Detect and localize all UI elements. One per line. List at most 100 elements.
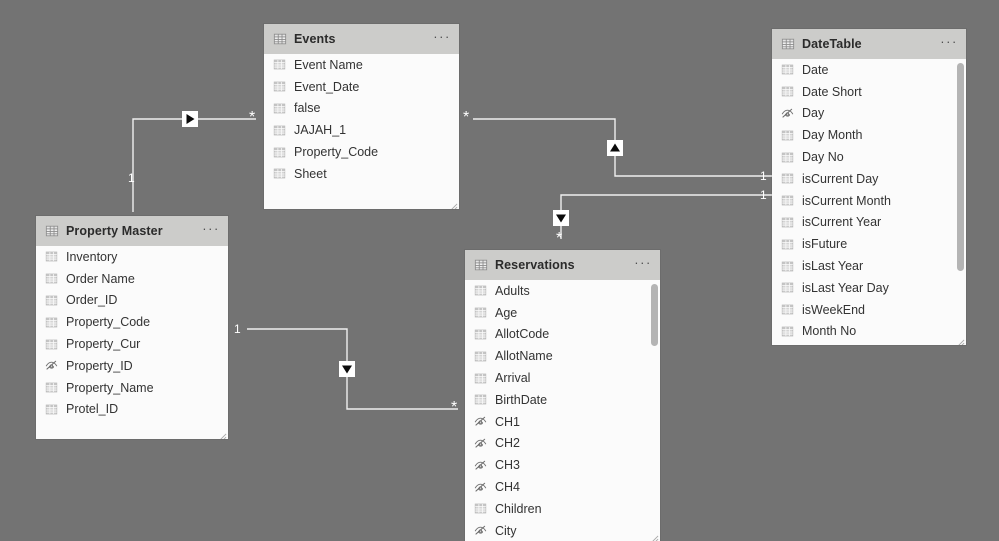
field-label: Order Name — [66, 271, 135, 286]
field-row[interactable]: Order_ID — [36, 290, 228, 312]
model-view-canvas[interactable]: Events ··· Event Name Event_Datefalse JAJAH_… — [0, 0, 999, 541]
field-row[interactable]: JAJAH_1 — [264, 119, 459, 141]
table-resize-handle[interactable] — [956, 335, 965, 344]
field-label: Month No — [802, 324, 857, 339]
field-row[interactable]: Protel_ID — [36, 399, 228, 421]
table-icon — [273, 32, 287, 46]
relationship-datetable-to-reservations[interactable] — [553, 194, 772, 239]
column-icon — [273, 167, 286, 180]
field-label: Event Name — [294, 57, 363, 72]
column-icon — [474, 350, 487, 363]
scrollbar-thumb[interactable] — [957, 63, 964, 271]
table-resize-handle[interactable] — [650, 531, 659, 540]
field-row[interactable]: Age — [465, 302, 660, 324]
column-icon — [781, 325, 794, 338]
column-icon — [781, 85, 794, 98]
field-list-events: Event Name Event_Datefalse JAJAH_1 Property… — [264, 54, 459, 209]
field-row[interactable]: Date Short — [772, 81, 966, 103]
field-row[interactable]: isFuture — [772, 233, 966, 255]
relationship-property-master-to-reservations[interactable] — [247, 328, 458, 410]
scrollbar-thumb[interactable] — [651, 284, 658, 346]
cross-filter-arrow-box[interactable] — [553, 210, 569, 226]
field-label: false — [294, 101, 321, 116]
field-row[interactable]: Month No — [772, 321, 966, 343]
column-icon — [45, 294, 58, 307]
field-row[interactable]: isLast Year Day — [772, 277, 966, 299]
field-row[interactable]: City — [465, 520, 660, 541]
table-header-property-master[interactable]: Property Master ··· — [36, 216, 228, 246]
field-row[interactable]: BirthDate — [465, 389, 660, 411]
field-row[interactable]: isCurrent Day — [772, 168, 966, 190]
table-header-reservations[interactable]: Reservations ··· — [465, 250, 660, 280]
relationship-line[interactable] — [473, 118, 772, 177]
column-icon — [781, 194, 794, 207]
table-resize-handle[interactable] — [449, 199, 458, 208]
cross-filter-arrow-box[interactable] — [182, 111, 198, 127]
relationship-line[interactable] — [560, 194, 772, 239]
cross-filter-direction-arrow — [342, 365, 352, 374]
field-row[interactable]: Sheet — [264, 163, 459, 185]
field-row[interactable]: CH3 — [465, 454, 660, 476]
field-row[interactable]: Day No — [772, 146, 966, 168]
field-row[interactable]: Adults — [465, 280, 660, 302]
field-label: CH4 — [495, 480, 521, 495]
relationship-datetable-to-events[interactable] — [473, 118, 772, 177]
field-row[interactable]: isLast Year — [772, 255, 966, 277]
column-icon — [781, 151, 794, 164]
relationship-line[interactable] — [132, 118, 256, 212]
field-row[interactable]: isCurrent Year — [772, 212, 966, 234]
relationship-line[interactable] — [247, 328, 458, 410]
relationship-property-master-to-events[interactable] — [132, 111, 256, 212]
field-row[interactable]: Children — [465, 498, 660, 520]
table-card-reservations[interactable]: Reservations ··· Adults Age AllotCode AllotNa… — [465, 250, 660, 541]
field-row[interactable]: Date — [772, 59, 966, 81]
table-resize-handle[interactable] — [218, 429, 227, 438]
hidden-field-icon — [781, 107, 794, 120]
cross-filter-direction-arrow — [186, 114, 195, 124]
field-row[interactable]: Event_Date — [264, 76, 459, 98]
field-row[interactable]: CH1 — [465, 411, 660, 433]
field-label: Order_ID — [66, 293, 118, 308]
table-header-events[interactable]: Events ··· — [264, 24, 459, 54]
field-row[interactable]: Order Name — [36, 268, 228, 290]
table-card-datetable[interactable]: DateTable ··· Date Date Short Day Day Month Da… — [772, 29, 966, 345]
field-row[interactable]: Property_Name — [36, 377, 228, 399]
cross-filter-arrow-box[interactable] — [607, 140, 623, 156]
column-icon — [781, 63, 794, 76]
table-header-datetable[interactable]: DateTable ··· — [772, 29, 966, 59]
field-label: Adults — [495, 283, 530, 298]
field-row[interactable]: isWeekEnd — [772, 299, 966, 321]
field-row[interactable]: Arrival — [465, 367, 660, 389]
cardinality-label-one: 1 — [128, 171, 135, 185]
field-list-scrollbar[interactable] — [957, 59, 964, 345]
table-icon — [781, 37, 795, 51]
field-label: Age — [495, 305, 518, 320]
table-menu-button[interactable]: ··· — [940, 35, 958, 50]
cardinality-label-one: 1 — [234, 322, 241, 336]
field-row[interactable]: CH2 — [465, 433, 660, 455]
field-label: AllotName — [495, 349, 553, 364]
field-row[interactable]: Property_Cur — [36, 333, 228, 355]
field-row[interactable]: Day — [772, 103, 966, 125]
field-row[interactable]: Property_Code — [36, 311, 228, 333]
field-row[interactable]: Property_ID — [36, 355, 228, 377]
field-row[interactable]: CH4 — [465, 476, 660, 498]
table-card-property-master[interactable]: Property Master ··· Inventory Order Name Ord… — [36, 216, 228, 439]
field-row[interactable]: AllotCode — [465, 324, 660, 346]
field-row[interactable]: isCurrent Month — [772, 190, 966, 212]
field-row[interactable]: Inventory — [36, 246, 228, 268]
table-menu-button[interactable]: ··· — [202, 222, 220, 237]
field-row[interactable]: Day Month — [772, 124, 966, 146]
field-label: Date — [802, 62, 829, 77]
field-row[interactable]: Property_Code — [264, 141, 459, 163]
cardinality-label-many: * — [249, 109, 256, 126]
field-row[interactable]: Event Name — [264, 54, 459, 76]
table-menu-button[interactable]: ··· — [433, 30, 451, 45]
column-icon — [781, 216, 794, 229]
field-row[interactable]: false — [264, 98, 459, 120]
table-card-events[interactable]: Events ··· Event Name Event_Datefalse JAJAH_… — [264, 24, 459, 209]
field-list-scrollbar[interactable] — [651, 280, 658, 541]
cross-filter-arrow-box[interactable] — [339, 361, 355, 377]
table-menu-button[interactable]: ··· — [634, 256, 652, 271]
field-row[interactable]: AllotName — [465, 345, 660, 367]
